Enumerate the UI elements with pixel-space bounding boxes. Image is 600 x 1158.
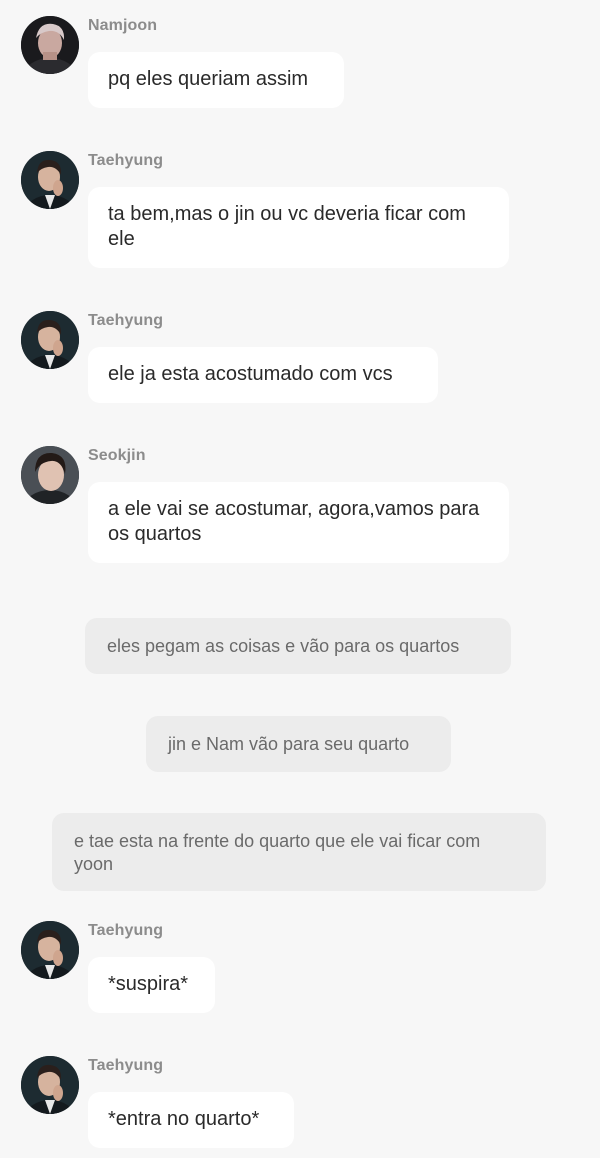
avatar-taehyung-icon (21, 151, 79, 209)
message-text: ta bem,mas o jin ou vc deveria ficar com… (108, 203, 466, 250)
sender-name: Taehyung (88, 152, 164, 169)
message-bubble: *suspira* (88, 957, 215, 1013)
message-bubble: pq eles queriam assim (88, 52, 344, 108)
avatar[interactable] (21, 16, 79, 74)
sender-name: Namjoon (88, 17, 158, 34)
message-text: ele ja esta acostumado com vcs (108, 363, 393, 385)
sender-name: Taehyung (88, 312, 164, 329)
message-bubble: *entra no quarto* (88, 1092, 294, 1148)
chat-thread: Namjoon pq eles queriam assim Taehyung t… (0, 0, 600, 1158)
message-text: *entra no quarto* (108, 1108, 260, 1130)
avatar[interactable] (21, 151, 79, 209)
narration-bubble: jin e Nam vão para seu quarto (146, 716, 451, 772)
avatar[interactable] (21, 311, 79, 369)
sender-name: Taehyung (88, 1057, 164, 1074)
avatar-taehyung-icon (21, 1056, 79, 1114)
narration-text: eles pegam as coisas e vão para os quart… (107, 636, 460, 656)
narration-text: jin e Nam vão para seu quarto (168, 734, 410, 754)
message-bubble: a ele vai se acostumar, agora,vamos para… (88, 482, 509, 563)
message-bubble: ele ja esta acostumado com vcs (88, 347, 438, 403)
narration-text: e tae esta na frente do quarto que ele v… (74, 831, 481, 874)
avatar[interactable] (21, 921, 79, 979)
sender-name: Seokjin (88, 447, 146, 464)
narration-bubble: eles pegam as coisas e vão para os quart… (85, 618, 511, 674)
avatar-seokjin-icon (21, 446, 79, 504)
avatar-taehyung-icon (21, 311, 79, 369)
avatar-taehyung-icon (21, 921, 79, 979)
avatar[interactable] (21, 1056, 79, 1114)
avatar[interactable] (21, 446, 79, 504)
narration-bubble: e tae esta na frente do quarto que ele v… (52, 813, 546, 891)
avatar-namjoon-icon (21, 16, 79, 74)
message-bubble: ta bem,mas o jin ou vc deveria ficar com… (88, 187, 509, 268)
message-text: *suspira* (108, 973, 189, 995)
message-text: pq eles queriam assim (108, 68, 309, 90)
message-text: a ele vai se acostumar, agora,vamos para… (108, 498, 480, 545)
sender-name: Taehyung (88, 922, 164, 939)
